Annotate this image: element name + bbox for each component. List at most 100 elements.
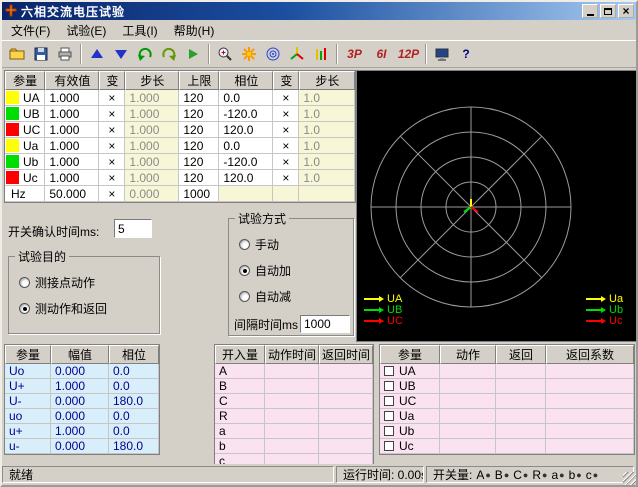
radio-icon[interactable] — [239, 265, 250, 276]
vary-toggle-cell[interactable]: × — [273, 154, 299, 170]
open-button[interactable] — [5, 43, 29, 66]
maximize-button[interactable] — [600, 4, 616, 18]
limit-cell[interactable]: 120 — [179, 90, 219, 106]
phase-cell[interactable]: 120.0 — [219, 122, 273, 138]
print-button[interactable] — [53, 43, 77, 66]
app-icon — [4, 4, 18, 18]
lower-button[interactable] — [109, 43, 133, 66]
phase-cell[interactable]: 120.0 — [219, 170, 273, 186]
redo-button[interactable] — [157, 43, 181, 66]
value-cell[interactable]: 1.000 — [45, 170, 99, 186]
resize-grip[interactable] — [623, 472, 636, 485]
flash-button[interactable] — [237, 43, 261, 66]
legend-item: UA — [364, 295, 403, 303]
switch-confirm-input[interactable] — [114, 219, 152, 238]
table-row: U+1.0000.0 — [5, 379, 159, 394]
display-button[interactable] — [430, 43, 454, 66]
checkbox[interactable] — [384, 396, 394, 406]
bars-view-button[interactable] — [309, 43, 333, 66]
save-button[interactable] — [29, 43, 53, 66]
radio-option-auto-increase[interactable]: 自动加 — [239, 262, 353, 279]
close-button[interactable] — [618, 4, 634, 18]
status-ready: 就绪 — [2, 466, 334, 483]
value-cell[interactable]: 1.000 — [45, 138, 99, 154]
value-cell[interactable]: 1.000 — [45, 106, 99, 122]
vary-toggle-cell[interactable]: × — [273, 90, 299, 106]
raise-button[interactable] — [85, 43, 109, 66]
minimize-icon — [587, 14, 594, 16]
menu-item-tools[interactable]: 工具(I) — [114, 20, 165, 42]
phasor-view-button[interactable] — [261, 43, 285, 66]
value-cell[interactable]: 1.000 — [45, 90, 99, 106]
checkbox[interactable] — [384, 381, 394, 391]
radio-icon[interactable] — [239, 291, 250, 302]
param-label: Ub — [23, 155, 38, 169]
phase-cell[interactable]: 0.0 — [219, 90, 273, 106]
seq-phase: 0.0 — [109, 364, 159, 379]
start-button[interactable] — [181, 43, 205, 66]
seq-phase: 0.0 — [109, 424, 159, 439]
vary-toggle-cell[interactable]: × — [273, 122, 299, 138]
vary-toggle-cell[interactable]: × — [99, 90, 125, 106]
row-color-swatch — [6, 91, 19, 104]
minimize-button[interactable] — [582, 4, 598, 18]
radio-option-auto-decrease[interactable]: 自动减 — [239, 288, 353, 305]
return-cell — [496, 364, 546, 379]
checkbox[interactable] — [384, 411, 394, 421]
toolbar-separator — [208, 44, 210, 64]
limit-cell[interactable]: 120 — [179, 122, 219, 138]
help-button[interactable]: ? — [454, 43, 478, 66]
checkbox[interactable] — [384, 426, 394, 436]
limit-cell[interactable]: 120 — [179, 154, 219, 170]
seq-phase: 0.0 — [109, 409, 159, 424]
radio-icon[interactable] — [19, 277, 30, 288]
limit-cell[interactable]: 1000 — [179, 186, 219, 202]
menu-item-test[interactable]: 试验(E) — [58, 20, 114, 42]
vector-view-button[interactable] — [285, 43, 309, 66]
radio-icon[interactable] — [239, 239, 250, 250]
interval-input[interactable] — [300, 315, 350, 333]
vary-toggle-cell[interactable]: × — [99, 154, 125, 170]
mode-12p-button[interactable]: 12P — [395, 43, 422, 66]
param-cell: Hz — [5, 186, 45, 202]
vary-toggle-cell[interactable]: × — [99, 186, 125, 202]
vary-toggle-cell[interactable]: × — [99, 122, 125, 138]
table-row: A — [215, 364, 373, 379]
vary-toggle-cell[interactable]: × — [99, 170, 125, 186]
value-cell[interactable]: 1.000 — [45, 154, 99, 170]
phase-cell[interactable]: -120.0 — [219, 154, 273, 170]
menu-item-file[interactable]: 文件(F) — [3, 20, 58, 42]
table-header-row: 参量 幅值 相位 — [5, 345, 159, 364]
seq-phase: 0.0 — [109, 379, 159, 394]
vary-toggle-cell[interactable]: × — [273, 170, 299, 186]
radio-option-contact-action[interactable]: 测接点动作 — [19, 274, 159, 291]
vary-toggle-cell[interactable]: × — [99, 138, 125, 154]
col-header-step: 步长 — [125, 71, 179, 90]
title-bar: 六相交流电压试验 — [2, 2, 636, 20]
value-cell[interactable]: 1.000 — [45, 122, 99, 138]
vary-toggle-cell[interactable]: × — [273, 138, 299, 154]
vary-toggle-cell[interactable]: × — [273, 106, 299, 122]
value-cell[interactable]: 50.000 — [45, 186, 99, 202]
radio-option-manual[interactable]: 手动 — [239, 236, 353, 253]
limit-cell[interactable]: 120 — [179, 106, 219, 122]
radio-icon[interactable] — [19, 303, 30, 314]
param-cell: Ua — [5, 138, 45, 154]
limit-cell[interactable]: 120 — [179, 170, 219, 186]
undo-button[interactable] — [133, 43, 157, 66]
arrow-icon — [364, 298, 379, 300]
seq-phase: 180.0 — [109, 394, 159, 409]
phase-cell[interactable]: 0.0 — [219, 138, 273, 154]
col-header-amplitude: 幅值 — [51, 345, 109, 364]
mode-6i-button[interactable]: 6I — [368, 43, 395, 66]
phasor-chart: UA UB UC Ua Ub Uc — [356, 70, 637, 342]
vary-toggle-cell[interactable]: × — [99, 106, 125, 122]
phase-cell[interactable]: -120.0 — [219, 106, 273, 122]
radio-option-action-return[interactable]: 测动作和返回 — [19, 300, 159, 317]
checkbox[interactable] — [384, 441, 394, 451]
zoom-button[interactable] — [213, 43, 237, 66]
menu-item-help[interactable]: 帮助(H) — [166, 20, 223, 42]
checkbox[interactable] — [384, 366, 394, 376]
mode-3p-button[interactable]: 3P — [341, 43, 368, 66]
limit-cell[interactable]: 120 — [179, 138, 219, 154]
